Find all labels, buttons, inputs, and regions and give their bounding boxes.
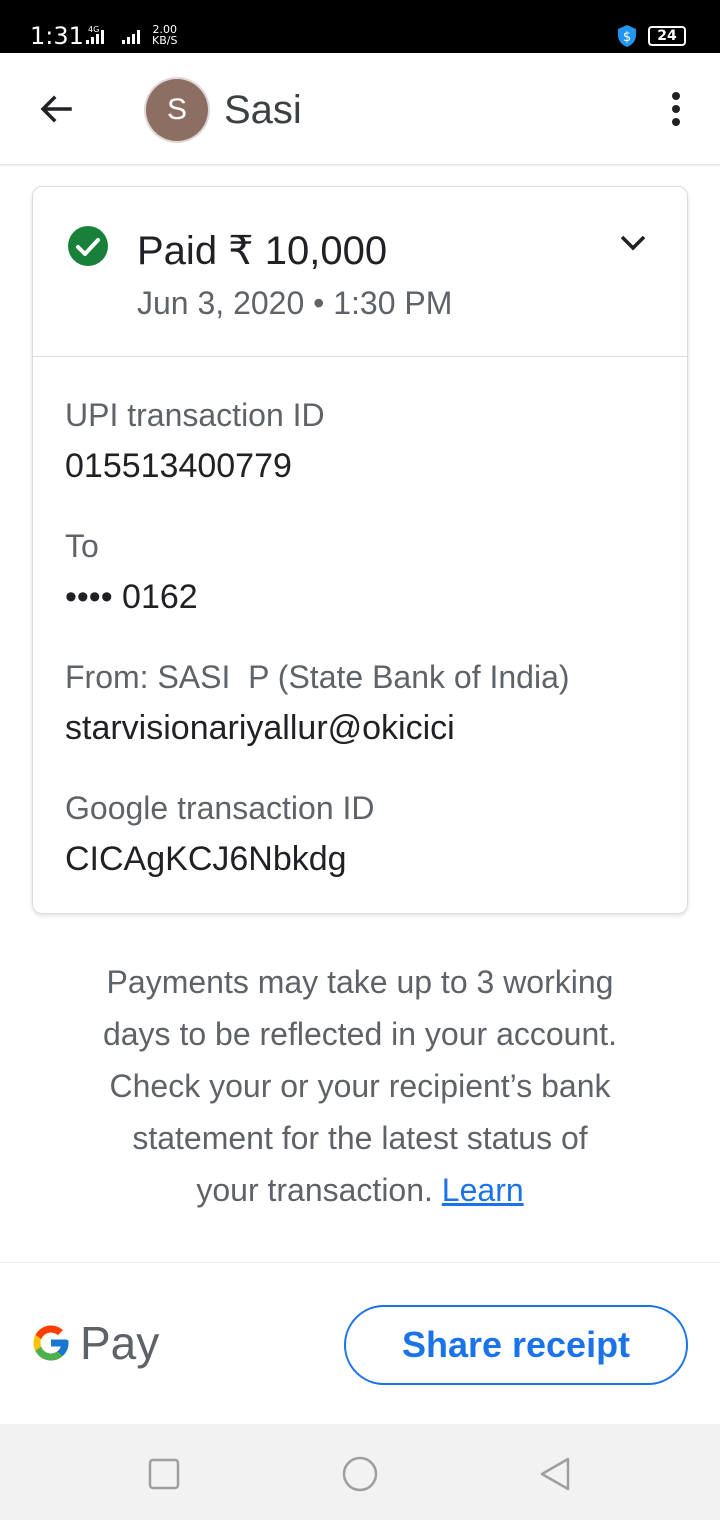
more-vert-icon[interactable]	[660, 89, 692, 129]
from-label: From: SASI P (State Bank of India)	[65, 659, 570, 695]
signal-4g-icon: 4G	[86, 25, 104, 44]
learn-more-link[interactable]: Learn	[442, 1172, 524, 1208]
svg-text:4G: 4G	[88, 25, 99, 34]
upi-transaction-id-label: UPI transaction ID	[65, 397, 325, 433]
app-bar: S Sasi	[0, 53, 720, 165]
status-time: 1:31	[30, 22, 84, 50]
payment-info-text: Payments may take up to 3 working days t…	[100, 956, 620, 1216]
battery-indicator: 24	[648, 26, 686, 46]
avatar[interactable]: S	[146, 79, 208, 141]
recents-square-icon[interactable]	[144, 1454, 184, 1494]
payment-status: Paid ₹ 10,000	[137, 229, 388, 273]
to-account-value: •••• 0162	[65, 578, 198, 616]
action-bar: Pay Share receipt	[0, 1262, 720, 1424]
google-transaction-id-label: Google transaction ID	[65, 790, 375, 826]
signal-icon	[122, 30, 140, 44]
info-message: Payments may take up to 3 working days t…	[102, 964, 618, 1208]
contact-name: Sasi	[224, 88, 302, 132]
to-label: To	[65, 528, 99, 564]
payment-summary[interactable]: Paid ₹ 10,000 Jun 3, 2020 • 1:30 PM	[33, 187, 687, 357]
share-receipt-button[interactable]: Share receipt	[344, 1305, 688, 1385]
status-bar: 1:31 4G 2.00 KB/S $ 24	[0, 0, 720, 53]
upi-transaction-id-value: 015513400779	[65, 447, 292, 485]
google-transaction-id-value: CICAgKCJ6Nbkdg	[65, 840, 347, 878]
from-upi-id-value: starvisionariyallur@okicici	[65, 709, 455, 747]
transaction-card: Paid ₹ 10,000 Jun 3, 2020 • 1:30 PM UPI …	[32, 186, 688, 914]
home-circle-icon[interactable]	[340, 1454, 380, 1494]
back-triangle-icon[interactable]	[536, 1454, 576, 1494]
google-g-icon	[33, 1325, 69, 1361]
back-arrow-icon[interactable]	[36, 89, 76, 129]
check-circle-icon	[68, 226, 108, 266]
shield-icon: $	[618, 25, 636, 47]
network-speed: 2.00 KB/S	[152, 24, 177, 46]
speed-unit: KB/S	[152, 34, 178, 47]
google-pay-logo: Pay	[30, 1317, 159, 1369]
svg-text:$: $	[623, 30, 631, 45]
chevron-down-icon[interactable]	[617, 231, 649, 255]
gpay-brand-text: Pay	[80, 1317, 160, 1369]
payment-datetime: Jun 3, 2020 • 1:30 PM	[137, 285, 453, 321]
navigation-bar	[0, 1424, 720, 1520]
